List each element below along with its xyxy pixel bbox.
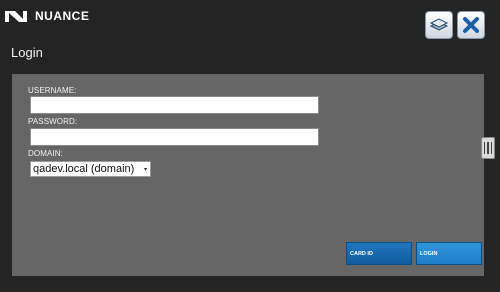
password-label: PASSWORD: — [28, 117, 78, 126]
login-button[interactable]: LOGIN — [416, 242, 482, 265]
grip-line-icon — [487, 142, 489, 154]
domain-label: DOMAIN: — [28, 149, 63, 158]
layers-icon — [429, 18, 449, 31]
grip-line-icon — [490, 142, 493, 154]
card-id-button[interactable]: CARD ID — [346, 242, 412, 265]
login-panel: USERNAME: PASSWORD: DOMAIN: qadev.local … — [12, 74, 484, 276]
domain-select[interactable]: qadev.local (domain) ▾ — [30, 161, 151, 177]
logo-text: NUANCE — [35, 9, 90, 23]
username-input[interactable] — [30, 96, 319, 114]
domain-selected-value: qadev.local (domain) — [33, 163, 135, 175]
dropdown-arrow-icon: ▾ — [143, 166, 147, 173]
close-icon — [463, 17, 479, 33]
nuance-logo: NUANCE — [5, 8, 89, 24]
username-label: USERNAME: — [28, 86, 77, 95]
nuance-logo-mark — [5, 11, 27, 22]
layers-button[interactable] — [425, 11, 453, 39]
login-window: NUANCE Login USERNAME: PASSWORD: DOMAIN:… — [0, 0, 500, 292]
grip-line-icon — [483, 142, 486, 154]
close-button[interactable] — [457, 11, 485, 39]
page-title: Login — [11, 45, 43, 60]
side-panel-handle[interactable] — [481, 137, 495, 159]
password-input[interactable] — [30, 128, 319, 146]
